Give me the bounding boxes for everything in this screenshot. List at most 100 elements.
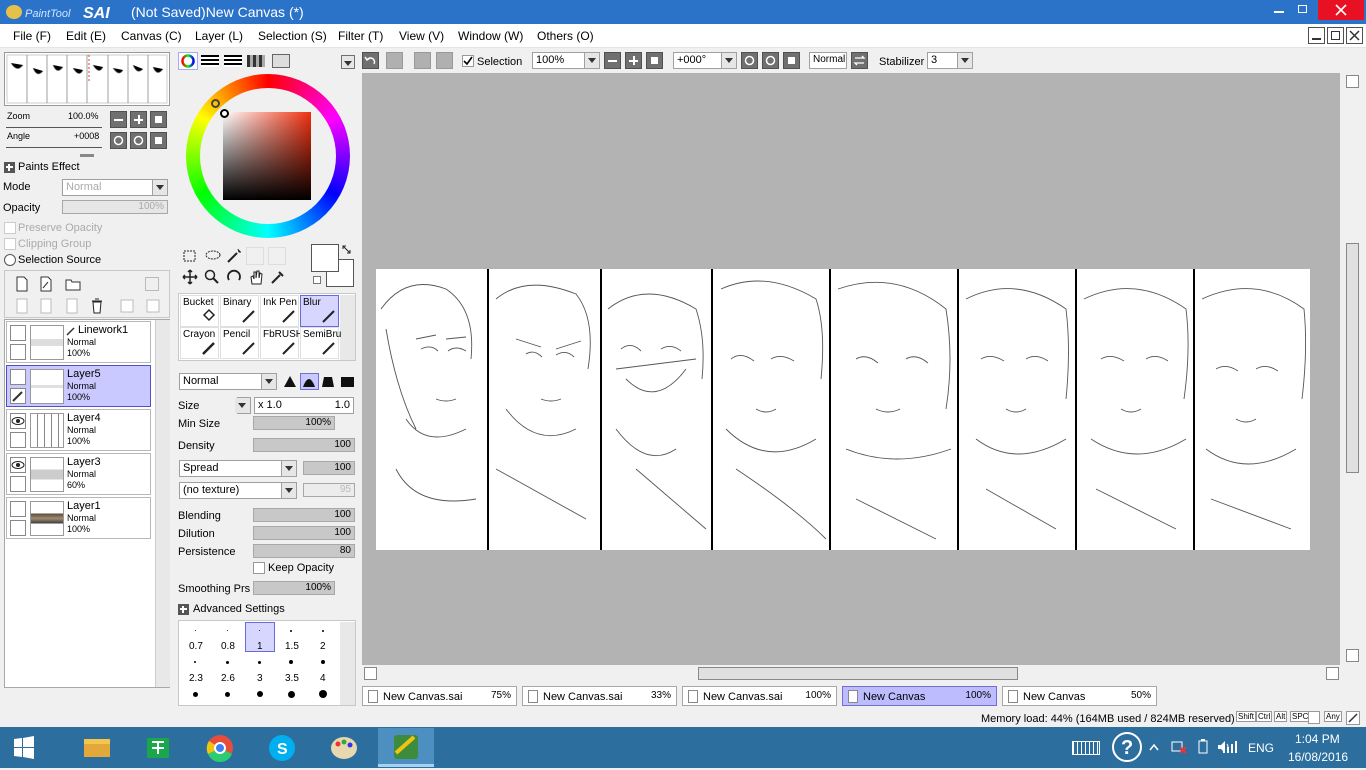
battery-icon[interactable] [1196,739,1212,755]
scratchpad-tab[interactable] [272,54,290,68]
tool-ink-pen[interactable]: Ink Pen [260,295,299,327]
tool-semibrush[interactable]: SemiBru [300,327,341,359]
texture-select[interactable]: (no texture) [179,482,297,499]
doc-restore-button[interactable] [1327,27,1344,44]
swatches-tab[interactable] [247,55,265,67]
layer-opacity-slider[interactable]: 100% [62,200,168,214]
merge-group-icon[interactable] [119,298,135,314]
restore-button[interactable] [1292,0,1314,20]
zoom-reset-button[interactable] [150,111,167,128]
paints-effect-header[interactable]: Paints Effect [4,161,164,175]
clock-date[interactable]: 16/08/2016 [1288,750,1348,764]
tool-grid-scrollbar[interactable] [340,295,355,360]
rgb-slider-tab[interactable] [201,55,219,67]
minimize-button[interactable] [1268,0,1290,20]
angle-select[interactable]: +000° [673,52,737,69]
menu-filter[interactable]: Filter (T) [338,29,383,43]
persistence-slider[interactable]: 80 [253,544,355,558]
zoom-tool-icon[interactable] [204,269,220,285]
layer-list-scrollbar[interactable] [155,320,170,687]
brush-shape-flat[interactable] [319,373,338,390]
language-indicator[interactable]: ENG [1248,741,1274,755]
layer-option-toggle[interactable] [10,476,26,492]
document-tab[interactable]: New Canvas.sai 100% [682,686,837,706]
menu-canvas[interactable]: Canvas (C) [121,29,182,43]
new-layer-icon[interactable] [15,276,29,292]
show-hidden-icons[interactable] [1148,742,1160,752]
invert-selection-button[interactable] [436,52,453,69]
close-button[interactable] [1318,0,1364,20]
menu-view[interactable]: View (V) [399,29,444,43]
size-multiplier-select[interactable] [235,397,251,414]
zoom-out-button[interactable] [110,111,127,128]
panel-menu-button[interactable] [341,55,355,69]
layer-option-toggle[interactable] [10,432,26,448]
size-preset[interactable]: 0.8 [221,641,235,652]
tool-binary[interactable]: Binary [220,295,259,327]
doc-close-button[interactable] [1346,27,1363,44]
network-warning-icon[interactable] [1170,739,1188,755]
rect-select-icon[interactable] [182,248,198,264]
layer-visibility-toggle[interactable] [10,457,26,473]
navigator-preview[interactable] [4,52,170,106]
hue-cursor[interactable] [211,99,220,108]
primary-color-swatch[interactable] [311,244,339,272]
deselect-button[interactable] [414,52,431,69]
zoom-select[interactable]: 100% [532,52,600,69]
advanced-settings-header[interactable]: Advanced Settings [178,603,338,617]
document-tab-active[interactable]: New Canvas 100% [842,686,997,706]
size-preset[interactable]: 1 [257,641,263,652]
stabilizer-select[interactable]: 3 [927,52,973,69]
show-selection-checkbox[interactable] [462,55,474,67]
smoothing-slider[interactable]: 100% [253,581,335,595]
size-preset[interactable]: 3.5 [285,673,299,684]
help-icon[interactable]: ? [1112,732,1142,762]
menu-selection[interactable]: Selection (S) [258,29,327,43]
menu-window[interactable]: Window (W) [458,29,523,43]
layer-row[interactable]: Layer4 Normal 100% [6,409,151,451]
color-cursor[interactable] [220,109,229,118]
size-preset[interactable]: 2.6 [221,673,235,684]
clear-layer-icon[interactable] [65,298,79,314]
clipping-group-checkbox[interactable] [4,238,16,250]
angle-slider[interactable] [6,142,102,148]
size-field[interactable]: x 1.0 1.0 [254,397,354,414]
size-preset[interactable]: 1.5 [285,641,299,652]
blending-slider[interactable]: 100 [253,508,355,522]
signal-icon[interactable] [1222,739,1238,755]
scroll-right-arrow[interactable] [1326,667,1339,680]
brush-shape-square[interactable] [338,373,357,390]
store-button[interactable] [130,728,186,767]
document-tab[interactable]: New Canvas.sai 75% [362,686,517,706]
layer-row[interactable]: Layer1 Normal 100% [6,497,151,539]
rotate-left-button[interactable] [110,132,127,149]
brush-shape-sharp[interactable] [281,373,300,390]
toolbar-zoom-reset-button[interactable] [646,52,663,69]
size-presets-scrollbar[interactable] [340,622,355,705]
layer-option-toggle[interactable] [10,344,26,360]
panel-divider[interactable] [80,154,94,157]
zoom-slider[interactable] [6,122,102,128]
document-tab[interactable]: New Canvas 50% [1002,686,1157,706]
eyedropper-icon[interactable] [270,269,286,285]
blend-mode-select[interactable]: Normal [179,373,277,390]
menu-file[interactable]: File (F) [13,29,51,43]
new-linework-layer-icon[interactable] [39,276,53,292]
drawing-canvas[interactable] [376,269,1310,550]
tool-fbrush[interactable]: FbRUSH [260,327,303,359]
menu-edit[interactable]: Edit (E) [66,29,106,43]
lasso-icon[interactable] [204,248,222,264]
brush-shape-round[interactable] [300,373,319,390]
layer-visibility-toggle[interactable] [10,501,26,517]
horizontal-scroll-thumb[interactable] [698,667,1018,680]
keep-opacity-checkbox[interactable] [253,562,265,574]
tool-bucket[interactable]: Bucket [180,295,219,327]
layer-mode-select[interactable]: Normal [62,179,168,196]
tool-pencil[interactable]: Pencil [220,327,259,359]
scroll-up-arrow[interactable] [1346,75,1359,88]
new-folder-icon[interactable] [65,277,81,291]
size-preset[interactable]: 2 [320,641,326,652]
toolbar-rotate-reset-button[interactable] [783,52,800,69]
rotate-reset-button[interactable] [150,132,167,149]
density-slider[interactable]: 100 [253,438,355,452]
